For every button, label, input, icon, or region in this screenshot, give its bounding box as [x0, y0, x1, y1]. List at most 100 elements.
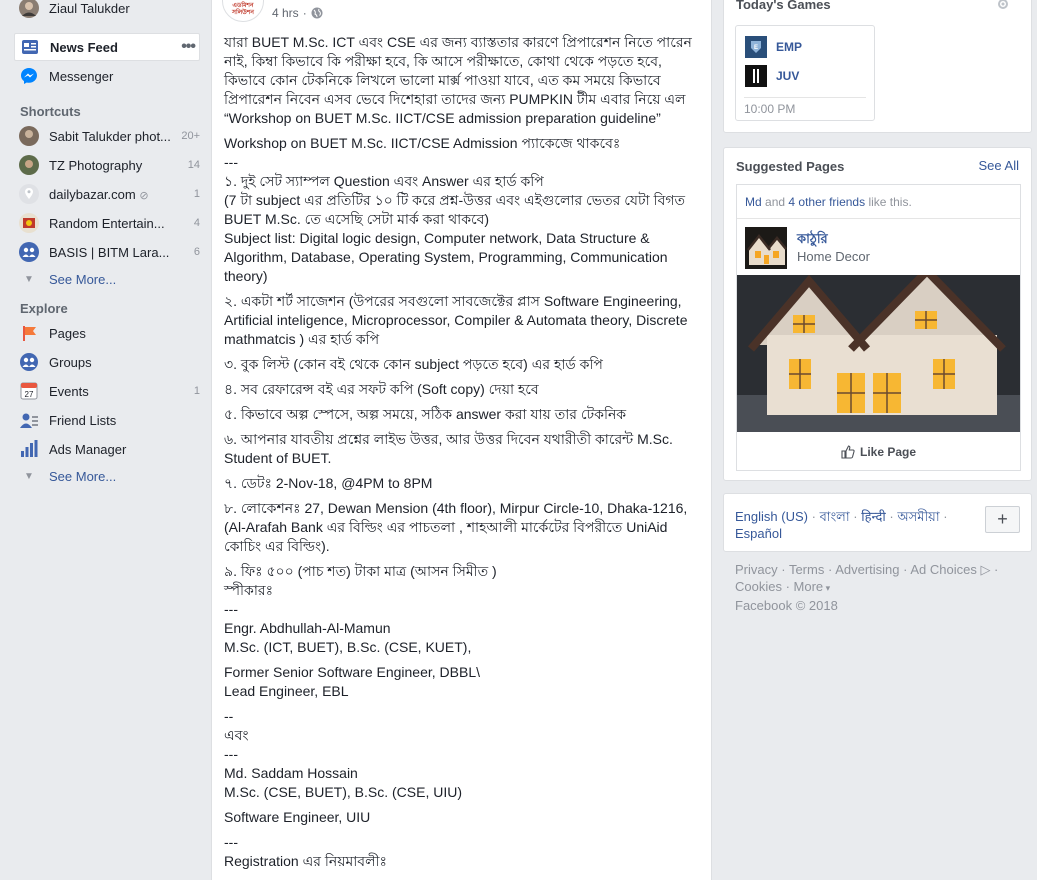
footer-link[interactable]: More ▾	[794, 579, 831, 594]
post-paragraph: ৯. ফিঃ ৫০০ (পাচ শত) টাকা মাত্র (আসন সিমী…	[224, 563, 497, 579]
sidebar-item-label: Pages	[49, 325, 86, 341]
post-paragraph: Former Senior Software Engineer, DBBL\	[224, 664, 481, 680]
see-more-shortcuts[interactable]: ▼ See More...	[14, 266, 200, 292]
sidebar-item-shortcut[interactable]: Random Entertain... 4	[14, 210, 200, 236]
see-more-explore[interactable]: ▼ See More...	[14, 463, 200, 489]
thumbs-up-icon	[841, 445, 855, 459]
post-paragraph: ---	[224, 601, 238, 617]
game-team[interactable]: JUV	[744, 64, 799, 88]
post-paragraph: ১. দুই সেট স্যাম্পল Question এবং Answer …	[224, 173, 544, 189]
post-paragraph: ---	[224, 746, 238, 762]
post-paragraph: যারা BUET M.Sc. ICT এবং CSE এর জন্য ব্যা…	[224, 34, 692, 126]
language-link[interactable]: অসমীয়া	[897, 509, 939, 524]
gear-icon[interactable]	[997, 0, 1009, 10]
separator-dot: ·	[889, 509, 894, 524]
separator-dot: ·	[302, 6, 307, 20]
like-page-label: Like Page	[859, 445, 917, 459]
sidebar-item-label: BASIS | BITM Lara...	[49, 244, 170, 260]
post-paragraph: Lead Engineer, EBL	[224, 683, 349, 699]
page-thumbnail[interactable]	[745, 227, 787, 269]
page-name-link[interactable]: কাঠুরি	[797, 230, 828, 251]
copyright: Facebook © 2018	[735, 598, 838, 613]
group-icon	[18, 241, 40, 263]
suggested-pages-card: Suggested Pages See All Md and 4 other f…	[723, 147, 1032, 481]
language-link[interactable]: বাংলা	[820, 509, 850, 524]
team-name: EMP	[776, 40, 803, 54]
page-cover-image[interactable]	[737, 275, 1020, 432]
post-paragraph: Engr. Abdhullah-Al-Mamun	[224, 620, 391, 636]
post-paragraph: স্পীকারঃ	[224, 582, 274, 598]
game-card[interactable]: E EMP JUV 10:00 PM	[735, 25, 875, 121]
sidebar-item-label: dailybazar.com ⊘	[49, 186, 149, 202]
sidebar-item-news-feed[interactable]: News Feed •••	[14, 33, 200, 61]
language-list: English (US) · বাংলা · हिन्दी · অসমীয়া …	[735, 508, 975, 542]
notification-count: 1	[193, 188, 200, 200]
sidebar-item-label: Sabit Talukder phot...	[49, 128, 171, 144]
sidebar-item-label: Ads Manager	[49, 441, 127, 457]
divider	[744, 97, 866, 98]
footer-link[interactable]: Terms	[789, 562, 824, 577]
divider	[737, 218, 1020, 219]
sidebar-item-label: Messenger	[49, 68, 114, 84]
sidebar-item-events[interactable]: 27 Events 1	[14, 378, 200, 404]
language-link[interactable]: हिन्दी	[861, 509, 886, 524]
caret-down-icon: ▾	[823, 583, 831, 593]
notification-count: 4	[193, 217, 200, 229]
sidebar-item-shortcut[interactable]: dailybazar.com ⊘ 1	[14, 181, 200, 207]
post-paragraph: ---	[224, 154, 238, 170]
see-more-label: See More...	[49, 468, 117, 484]
games-title: Today's Games	[736, 0, 831, 12]
language-selector-card: English (US) · বাংলা · हिन्दी · অসমীয়া …	[723, 493, 1032, 552]
team-logo-icon	[744, 64, 768, 88]
sidebar-item-label: Groups	[49, 354, 92, 370]
post-text: যারা BUET M.Sc. ICT এবং CSE এর জন্য ব্যা…	[224, 33, 704, 871]
suggested-page-item: Md and 4 other friends like this. কাঠুরি…	[736, 184, 1021, 471]
other-friends-link[interactable]: 4 other friends	[788, 195, 865, 209]
todays-games-card: Today's Games E EMP JUV 10:00 PM	[723, 0, 1032, 133]
globe-icon[interactable]	[311, 7, 323, 19]
footer-link[interactable]: Cookies	[735, 579, 782, 594]
sidebar-item-pages[interactable]: Pages	[14, 320, 200, 346]
page-avatar[interactable]: PUMPKIN এডমিশন সলিউশন	[222, 0, 264, 22]
post-paragraph: --	[224, 708, 234, 724]
sidebar-item-messenger[interactable]: Messenger	[14, 63, 200, 89]
sidebar-item-groups[interactable]: Groups	[14, 349, 200, 375]
post-paragraph: ---	[224, 834, 238, 850]
profile-link[interactable]: Ziaul Talukder	[14, 0, 200, 21]
shortcut-avatar	[18, 212, 40, 234]
sidebar-item-shortcut[interactable]: TZ Photography 14	[14, 152, 200, 178]
sidebar-item-shortcut[interactable]: Sabit Talukder phot... 20+	[14, 123, 200, 149]
post-paragraph: ৪. সব রেফারেন্স বই এর সফট কপি (Soft copy…	[224, 381, 539, 397]
post-paragraph: (7 টা subject এর প্রতিটির ১০ টি করে প্রশ…	[224, 192, 686, 227]
language-link[interactable]: English (US)	[735, 509, 808, 524]
footer-link[interactable]: Privacy	[735, 562, 778, 577]
calendar-day: 27	[25, 390, 34, 399]
sidebar-item-label: TZ Photography	[49, 157, 143, 173]
shortcut-avatar	[18, 154, 40, 176]
sidebar-item-shortcut[interactable]: BASIS | BITM Lara... 6	[14, 239, 200, 265]
news-feed-icon	[19, 36, 41, 58]
more-languages-button[interactable]: +	[985, 506, 1020, 533]
footer-link[interactable]: Ad Choices ▷	[910, 562, 990, 577]
more-options-icon[interactable]: •••	[181, 38, 196, 56]
messenger-icon	[18, 65, 40, 87]
team-logo-icon: E	[744, 35, 768, 59]
and-text: and	[765, 195, 786, 209]
see-all-link[interactable]: See All	[979, 158, 1019, 173]
like-this-text: like this.	[868, 195, 912, 209]
post-paragraph: ৫. কিভাবে অল্প স্পেসে, অল্প সময়ে, সঠিক …	[224, 406, 627, 422]
friend-link[interactable]: Md	[745, 195, 762, 209]
language-link[interactable]: Español	[735, 526, 782, 541]
sidebar-item-ads-manager[interactable]: Ads Manager	[14, 436, 200, 462]
footer-link[interactable]: Advertising	[835, 562, 899, 577]
feed-post: PUMPKIN এডমিশন সলিউশন 4 hrs · যারা BUET …	[211, 0, 712, 880]
post-timestamp[interactable]: 4 hrs	[272, 6, 299, 20]
notification-count: 14	[187, 159, 200, 171]
game-team[interactable]: E EMP	[744, 35, 802, 59]
sidebar-item-friend-lists[interactable]: Friend Lists	[14, 407, 200, 433]
suggested-pages-title: Suggested Pages	[736, 159, 845, 174]
sidebar-item-label: Friend Lists	[49, 412, 117, 428]
like-page-button[interactable]: Like Page	[737, 441, 1020, 463]
shortcut-avatar	[18, 125, 40, 147]
post-paragraph: ৭. ডেটঃ 2-Nov-18, @4PM to 8PM	[224, 475, 433, 491]
